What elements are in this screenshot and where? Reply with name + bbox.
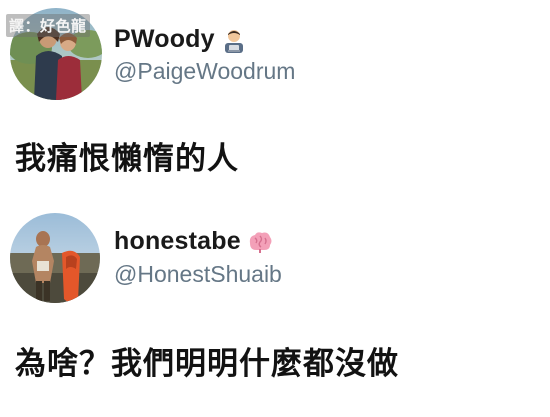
tweet-card: honestabe @HonestShuaib 為啥？我們明明什麼都沒做: [0, 205, 550, 417]
tweet-text: 我痛恨懶惰的人: [15, 141, 239, 177]
translator-watermark: 譯：好色龍: [6, 14, 90, 37]
brain-emoji-icon: [246, 228, 274, 256]
display-name[interactable]: honestabe: [114, 227, 241, 256]
user-handle[interactable]: @PaigeWoodrum: [114, 58, 295, 85]
avatar[interactable]: [10, 213, 100, 303]
technologist-emoji-icon: [220, 26, 248, 54]
display-name[interactable]: PWoody: [114, 25, 215, 54]
display-name-row: PWoody: [114, 25, 248, 54]
display-name-row: honestabe: [114, 227, 274, 256]
profile-photo-kayak: [10, 213, 100, 303]
tweet-text: 為啥？我們明明什麼都沒做: [15, 346, 399, 382]
user-handle[interactable]: @HonestShuaib: [114, 261, 282, 288]
